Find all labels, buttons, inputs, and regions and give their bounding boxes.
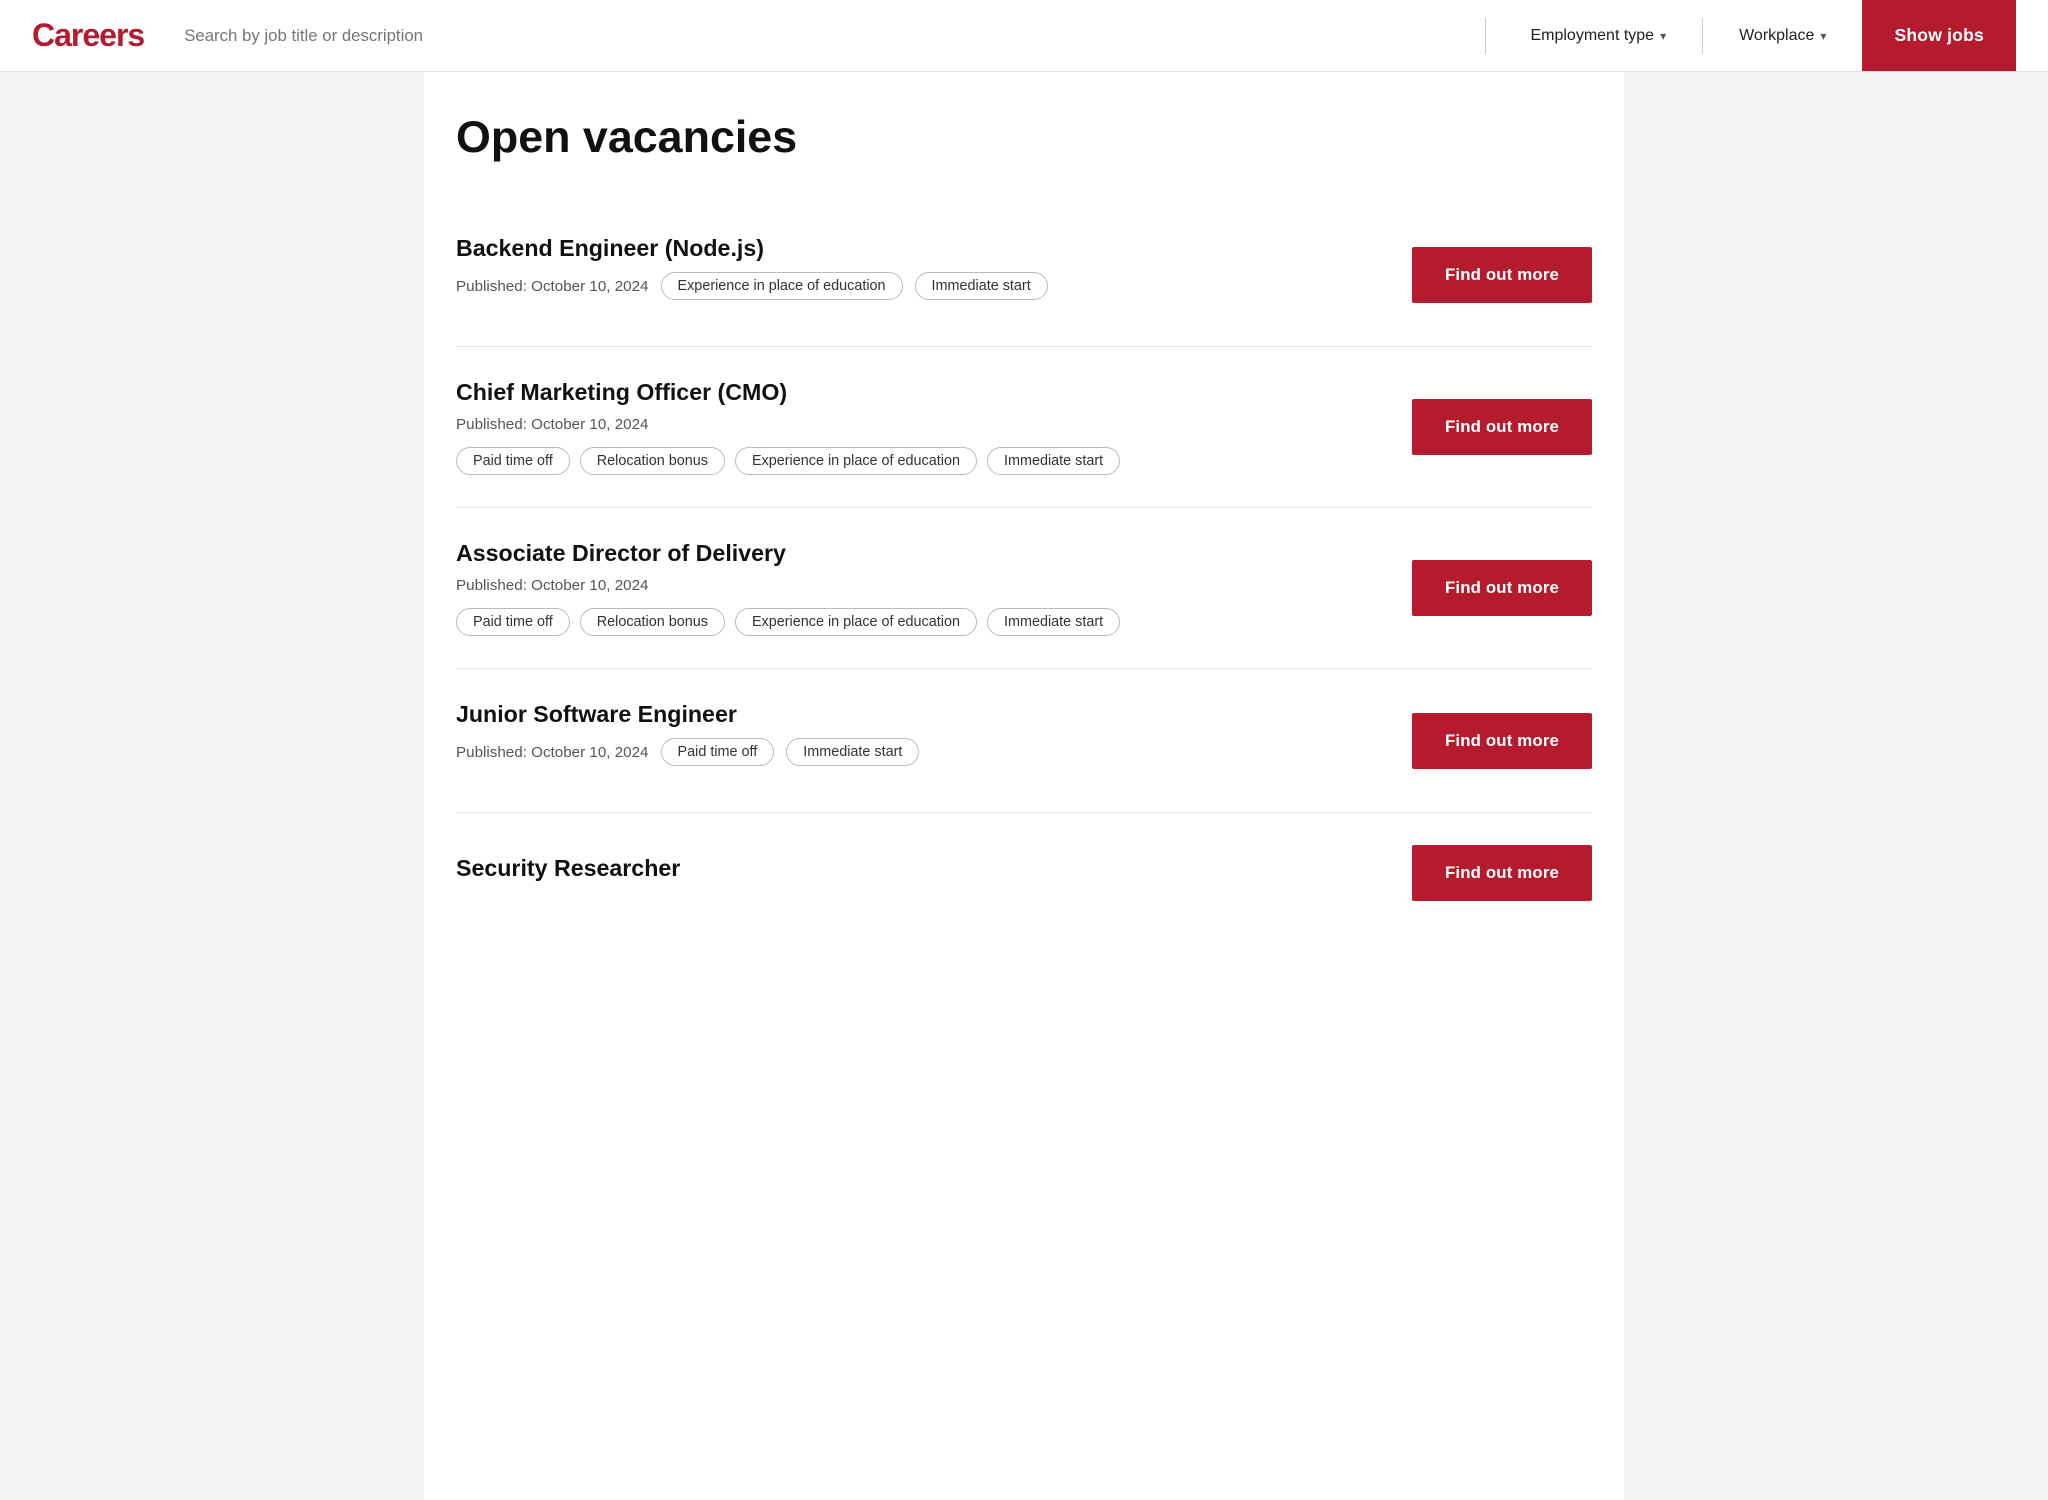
job-meta: Published: October 10, 2024 Experience in… [456, 272, 1388, 300]
job-title: Junior Software Engineer [456, 701, 1388, 728]
job-tag: Paid time off [456, 447, 570, 475]
job-tag: Paid time off [456, 608, 570, 636]
job-info: Chief Marketing Officer (CMO) Published: … [456, 379, 1388, 475]
find-out-more-button[interactable]: Find out more [1412, 399, 1592, 455]
employment-type-filter[interactable]: Employment type ▾ [1518, 19, 1678, 53]
job-tag: Relocation bonus [580, 608, 725, 636]
job-title: Security Researcher [456, 855, 1388, 882]
find-out-more-button[interactable]: Find out more [1412, 560, 1592, 616]
job-tag: Paid time off [661, 738, 775, 766]
job-meta: Published: October 10, 2024 [456, 416, 1388, 433]
chevron-down-icon: ▾ [1660, 29, 1666, 43]
job-tag: Immediate start [987, 447, 1120, 475]
job-tag: Immediate start [915, 272, 1048, 300]
job-title: Chief Marketing Officer (CMO) [456, 379, 1388, 406]
find-out-more-button[interactable]: Find out more [1412, 713, 1592, 769]
job-tag: Experience in place of education [735, 608, 977, 636]
job-title: Associate Director of Delivery [456, 540, 1388, 567]
search-divider [1485, 18, 1486, 54]
main-content: Open vacancies Backend Engineer (Node.js… [424, 72, 1624, 1500]
job-title: Backend Engineer (Node.js) [456, 235, 1388, 262]
job-meta: Published: October 10, 2024 Paid time off… [456, 738, 1388, 766]
workplace-label: Workplace [1739, 27, 1814, 45]
filter-divider [1702, 18, 1703, 54]
show-jobs-button[interactable]: Show jobs [1862, 0, 2016, 71]
job-info: Security Researcher [456, 855, 1388, 892]
job-published: Published: October 10, 2024 [456, 744, 649, 761]
employment-type-label: Employment type [1530, 27, 1654, 45]
site-logo: Careers [32, 17, 144, 54]
job-tag: Experience in place of education [661, 272, 903, 300]
find-out-more-button[interactable]: Find out more [1412, 247, 1592, 303]
workplace-filter[interactable]: Workplace ▾ [1727, 19, 1838, 53]
job-published: Published: October 10, 2024 [456, 278, 649, 295]
job-item: Associate Director of Delivery Published:… [456, 508, 1592, 669]
job-item: Junior Software Engineer Published: Octob… [456, 669, 1592, 813]
job-info: Junior Software Engineer Published: Octob… [456, 701, 1388, 780]
chevron-down-icon-2: ▾ [1820, 29, 1826, 43]
job-published: Published: October 10, 2024 [456, 577, 649, 594]
site-header: Careers Employment type ▾ Workplace ▾ Sh… [0, 0, 2048, 72]
job-info: Associate Director of Delivery Published:… [456, 540, 1388, 636]
job-item: Security Researcher Find out more [456, 813, 1592, 933]
find-out-more-button[interactable]: Find out more [1412, 845, 1592, 901]
job-tag: Immediate start [786, 738, 919, 766]
job-tag: Immediate start [987, 608, 1120, 636]
job-tag: Relocation bonus [580, 447, 725, 475]
page-title: Open vacancies [456, 112, 1592, 163]
job-published: Published: October 10, 2024 [456, 416, 649, 433]
search-input[interactable] [184, 18, 1453, 54]
job-item: Chief Marketing Officer (CMO) Published: … [456, 347, 1592, 508]
job-tags-row: Paid time off Relocation bonus Experience … [456, 447, 1388, 475]
job-info: Backend Engineer (Node.js) Published: Oct… [456, 235, 1388, 314]
job-item: Backend Engineer (Node.js) Published: Oct… [456, 203, 1592, 347]
job-tag: Experience in place of education [735, 447, 977, 475]
job-meta: Published: October 10, 2024 [456, 577, 1388, 594]
job-list: Backend Engineer (Node.js) Published: Oct… [456, 203, 1592, 933]
job-tags-row: Paid time off Relocation bonus Experience … [456, 608, 1388, 636]
